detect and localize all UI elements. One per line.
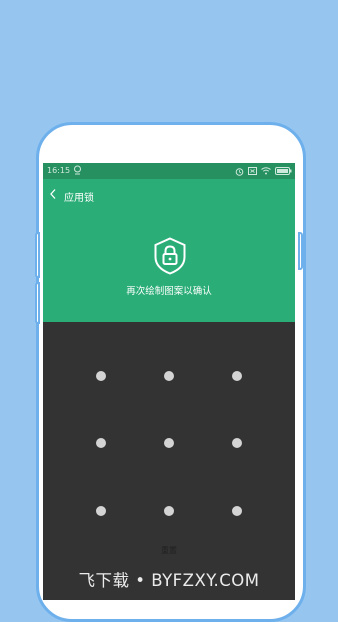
phone-screen: 16:15 应用锁 再次绘制图案以确认 重置 — [43, 163, 295, 600]
power-button — [298, 232, 303, 270]
watermark: 飞下载 • BYFZXY.COM — [78, 571, 260, 590]
alarm-icon — [235, 167, 244, 176]
shield-lock-icon — [154, 237, 186, 275]
status-bar: 16:15 — [43, 163, 295, 179]
sim-card-icon — [248, 167, 257, 175]
pattern-dot-9[interactable] — [232, 506, 242, 516]
chevron-left-icon[interactable] — [48, 188, 58, 200]
reset-button[interactable]: 重置 — [43, 545, 295, 556]
location-icon — [74, 165, 81, 175]
pattern-dot-8[interactable] — [164, 506, 174, 516]
pattern-lock-area[interactable] — [43, 322, 295, 600]
status-time: 16:15 — [47, 166, 71, 175]
page-title: 应用锁 — [64, 193, 94, 204]
pattern-dot-4[interactable] — [96, 438, 106, 448]
pattern-dot-5[interactable] — [164, 438, 174, 448]
pattern-dot-1[interactable] — [96, 371, 106, 381]
pattern-dot-2[interactable] — [164, 371, 174, 381]
pattern-dot-6[interactable] — [232, 438, 242, 448]
status-icons — [235, 166, 292, 176]
volume-down-button — [35, 282, 40, 324]
confirm-pattern-prompt: 再次绘制图案以确认 — [126, 286, 212, 297]
app-lock-header: 应用锁 再次绘制图案以确认 — [43, 179, 295, 322]
volume-up-button — [35, 232, 40, 278]
wifi-icon — [261, 167, 271, 175]
battery-icon — [275, 167, 292, 175]
pattern-dot-7[interactable] — [96, 506, 106, 516]
pattern-dot-3[interactable] — [232, 371, 242, 381]
